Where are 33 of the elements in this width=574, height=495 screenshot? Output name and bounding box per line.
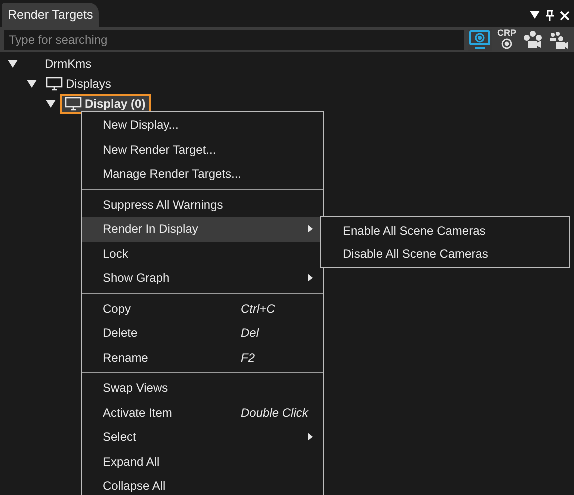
pin-icon[interactable] <box>545 10 555 21</box>
menu-item[interactable]: Render In Display <box>82 217 323 242</box>
panel-tab[interactable]: Render Targets <box>2 3 100 27</box>
menu-item[interactable]: Activate Item Double Click <box>82 400 323 425</box>
crp-toggle-button[interactable]: CRP <box>496 28 518 50</box>
menu-item[interactable]: New Render Target... <box>82 138 323 162</box>
tree-item[interactable]: DrmKms <box>42 54 95 74</box>
menu-item[interactable]: Copy Ctrl+C <box>82 296 323 321</box>
close-icon[interactable] <box>560 10 570 20</box>
menu-item[interactable]: Suppress All Warnings <box>82 192 323 217</box>
monitor-icon <box>46 77 63 91</box>
tree-item[interactable]: Displays <box>43 74 114 94</box>
menu-item[interactable]: New Display... <box>82 113 323 138</box>
menu-item[interactable]: Manage Render Targets... <box>82 162 323 186</box>
menu-item[interactable]: Expand All <box>82 450 323 474</box>
expand-arrow-icon[interactable] <box>8 60 18 68</box>
numbered-cameras-button[interactable] <box>522 28 544 50</box>
menu-item[interactable]: Show Graph <box>82 266 323 290</box>
menu-item[interactable]: Rename F2 <box>82 346 323 370</box>
search-field[interactable]: Type for searching <box>4 30 464 50</box>
expand-arrow-icon[interactable] <box>27 80 37 88</box>
menu-item[interactable]: Collapse All <box>82 474 323 495</box>
expand-arrow-icon[interactable] <box>46 100 56 108</box>
menu-item[interactable]: Lock <box>82 242 323 266</box>
target-icon <box>501 38 513 50</box>
menu-item[interactable]: Swap Views <box>82 376 323 400</box>
monitor-toggle-button[interactable] <box>468 28 492 50</box>
menu-item[interactable]: Enable All Scene Cameras <box>321 219 569 242</box>
monitor-icon <box>65 97 82 111</box>
menu-item[interactable]: Select <box>82 425 323 450</box>
menu-item[interactable]: Disable All Scene Cameras <box>321 242 569 265</box>
menu-item[interactable]: Delete Del <box>82 321 323 346</box>
dropdown-icon[interactable] <box>530 11 540 20</box>
